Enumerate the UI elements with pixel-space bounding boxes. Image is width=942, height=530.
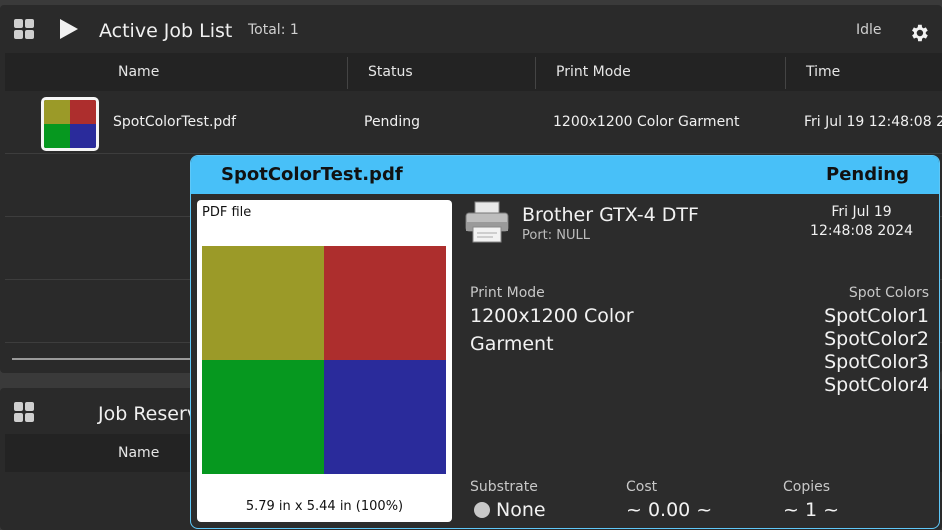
column-header-name[interactable]: Name (118, 53, 159, 91)
job-status: Pending (364, 114, 420, 130)
substrate-text: None (496, 499, 546, 521)
table-header: Name Status Print Mode Time (5, 53, 942, 91)
job-date-line2: 12:48:08 2024 (810, 223, 913, 239)
print-mode-value-line1: 1200x1200 Color (470, 305, 634, 327)
spot-color-item: SpotColor2 (824, 328, 929, 350)
copies-value[interactable]: ~ 1 ~ (783, 499, 839, 521)
active-job-list-titlebar: Active Job List Total: 1 Idle (0, 5, 942, 53)
cost-label: Cost (626, 479, 658, 495)
printer-name: Brother GTX-4 DTF (522, 204, 699, 226)
preview-quad (324, 246, 446, 360)
printer-port: Port: NULL (522, 228, 591, 243)
grid-icon[interactable] (14, 402, 34, 422)
spot-color-item: SpotColor3 (824, 351, 929, 373)
thumb-quad (70, 100, 96, 124)
horizontal-scrollbar[interactable] (12, 358, 192, 360)
thumb-quad (44, 100, 70, 124)
job-preview: PDF file 5.79 in x 5.44 in (100%) (197, 200, 452, 522)
popup-file-name: SpotColorTest.pdf (221, 164, 403, 185)
job-detail-popup: SpotColorTest.pdf Pending PDF file 5.79 … (190, 155, 940, 529)
grid-icon[interactable] (14, 19, 34, 39)
print-mode-label: Print Mode (470, 285, 545, 301)
column-header-status[interactable]: Status (368, 53, 413, 91)
printer-state: Idle (856, 22, 882, 38)
preview-quad (202, 246, 324, 360)
column-header-time[interactable]: Time (806, 53, 840, 91)
printer-icon (465, 201, 509, 243)
preview-image (202, 246, 446, 474)
spot-color-item: SpotColor1 (824, 305, 929, 327)
spot-colors-list: SpotColor1 SpotColor2 SpotColor3 SpotCol… (824, 305, 929, 397)
preview-size: 5.79 in x 5.44 in (100%) (245, 499, 404, 514)
substrate-value[interactable]: None (474, 499, 546, 521)
table-row[interactable]: SpotColorTest.pdf Pending 1200x1200 Colo… (5, 91, 942, 154)
panel-title: Active Job List (99, 20, 233, 42)
thumb-quad (70, 124, 96, 148)
total-count: Total: 1 (248, 22, 299, 38)
job-date-line1: Fri Jul 19 (831, 204, 892, 220)
radio-dot-icon[interactable] (474, 502, 490, 518)
popup-status: Pending (826, 164, 909, 185)
cost-value: ~ 0.00 ~ (626, 499, 713, 521)
job-print-mode: 1200x1200 Color Garment (553, 114, 740, 130)
thumb-quad (44, 124, 70, 148)
substrate-label: Substrate (470, 479, 538, 495)
play-icon[interactable] (60, 19, 78, 39)
popup-header: SpotColorTest.pdf Pending (191, 156, 939, 194)
copies-label: Copies (783, 479, 831, 495)
column-header-name[interactable]: Name (118, 434, 159, 472)
job-date: Fri Jul 19 12:48:08 2024 (810, 203, 913, 241)
preview-type: PDF file (202, 205, 252, 220)
print-mode-value-line2: Garment (470, 333, 554, 355)
spot-colors-label: Spot Colors (848, 285, 929, 301)
column-header-print-mode[interactable]: Print Mode (556, 53, 631, 91)
spot-color-item: SpotColor4 (824, 374, 929, 396)
job-thumbnail (41, 97, 99, 151)
preview-quad (324, 360, 446, 474)
job-name: SpotColorTest.pdf (113, 114, 237, 130)
preview-quad (202, 360, 324, 474)
gear-icon[interactable] (908, 22, 930, 44)
job-time: Fri Jul 19 12:48:08 2024 (804, 114, 942, 130)
